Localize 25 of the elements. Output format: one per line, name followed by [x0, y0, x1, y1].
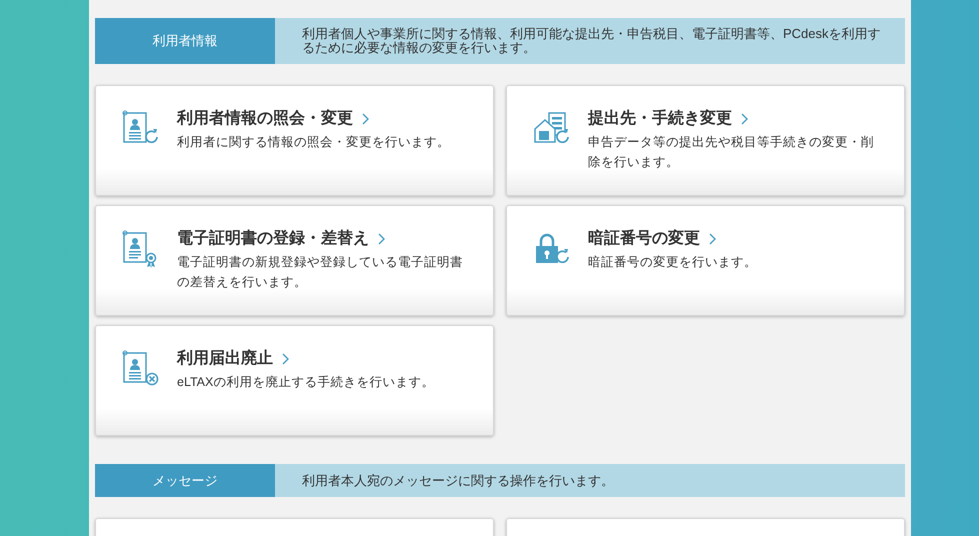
profile-remove-icon	[122, 350, 160, 388]
card-description: 利用者に関する情報の照会・変更を行います。	[177, 134, 451, 151]
menu-card[interactable]: 利用届出廃止 eLTAXの利用を廃止する手続きを行います。	[95, 325, 494, 436]
menu-card[interactable]: 提出先・手続き変更 申告データ等の提出先や税目等手続きの変更・削除を行います。	[506, 85, 905, 196]
chevron-right-icon	[282, 353, 289, 365]
section-label: 利用者情報	[95, 18, 275, 64]
section-label: メッセージ	[95, 464, 275, 497]
card-description: 電子証明書の新規登録や登録している電子証明書の差替えを行います。	[177, 254, 464, 291]
card-description: 暗証番号の変更を行います。	[588, 254, 758, 271]
chevron-right-icon	[741, 113, 748, 125]
section-description: 利用者個人や事業所に関する情報、利用可能な提出先・申告税目、電子証明書等、PCdeskを利用するために必要な情報の変更を行います。	[275, 18, 905, 64]
chevron-right-icon	[709, 233, 716, 245]
card-description: eLTAXの利用を廃止する手続きを行います。	[177, 374, 436, 391]
menu-card[interactable]: 暗証番号の変更 暗証番号の変更を行います。	[506, 205, 905, 316]
menu-card[interactable]: 電子証明書の登録・差替え 電子証明書の新規登録や登録している電子証明書の差替えを行います。	[95, 205, 494, 316]
chevron-right-icon	[362, 113, 369, 125]
card-title[interactable]: 暗証番号の変更	[588, 227, 700, 251]
card-title[interactable]: 電子証明書の登録・差替え	[177, 227, 369, 251]
card-title[interactable]: 利用届出廃止	[177, 347, 273, 371]
card-title[interactable]: 利用者情報の照会・変更	[177, 107, 353, 131]
menu-card[interactable]: 利用者情報の照会・変更 利用者に関する情報の照会・変更を行います。	[95, 85, 494, 196]
card-title[interactable]: 提出先・手続き変更	[588, 107, 732, 131]
card-description: 申告データ等の提出先や税目等手続きの変更・削除を行います。	[588, 134, 875, 171]
chevron-right-icon	[378, 233, 385, 245]
section-description: 利用者本人宛のメッセージに関する操作を行います。	[275, 464, 905, 497]
